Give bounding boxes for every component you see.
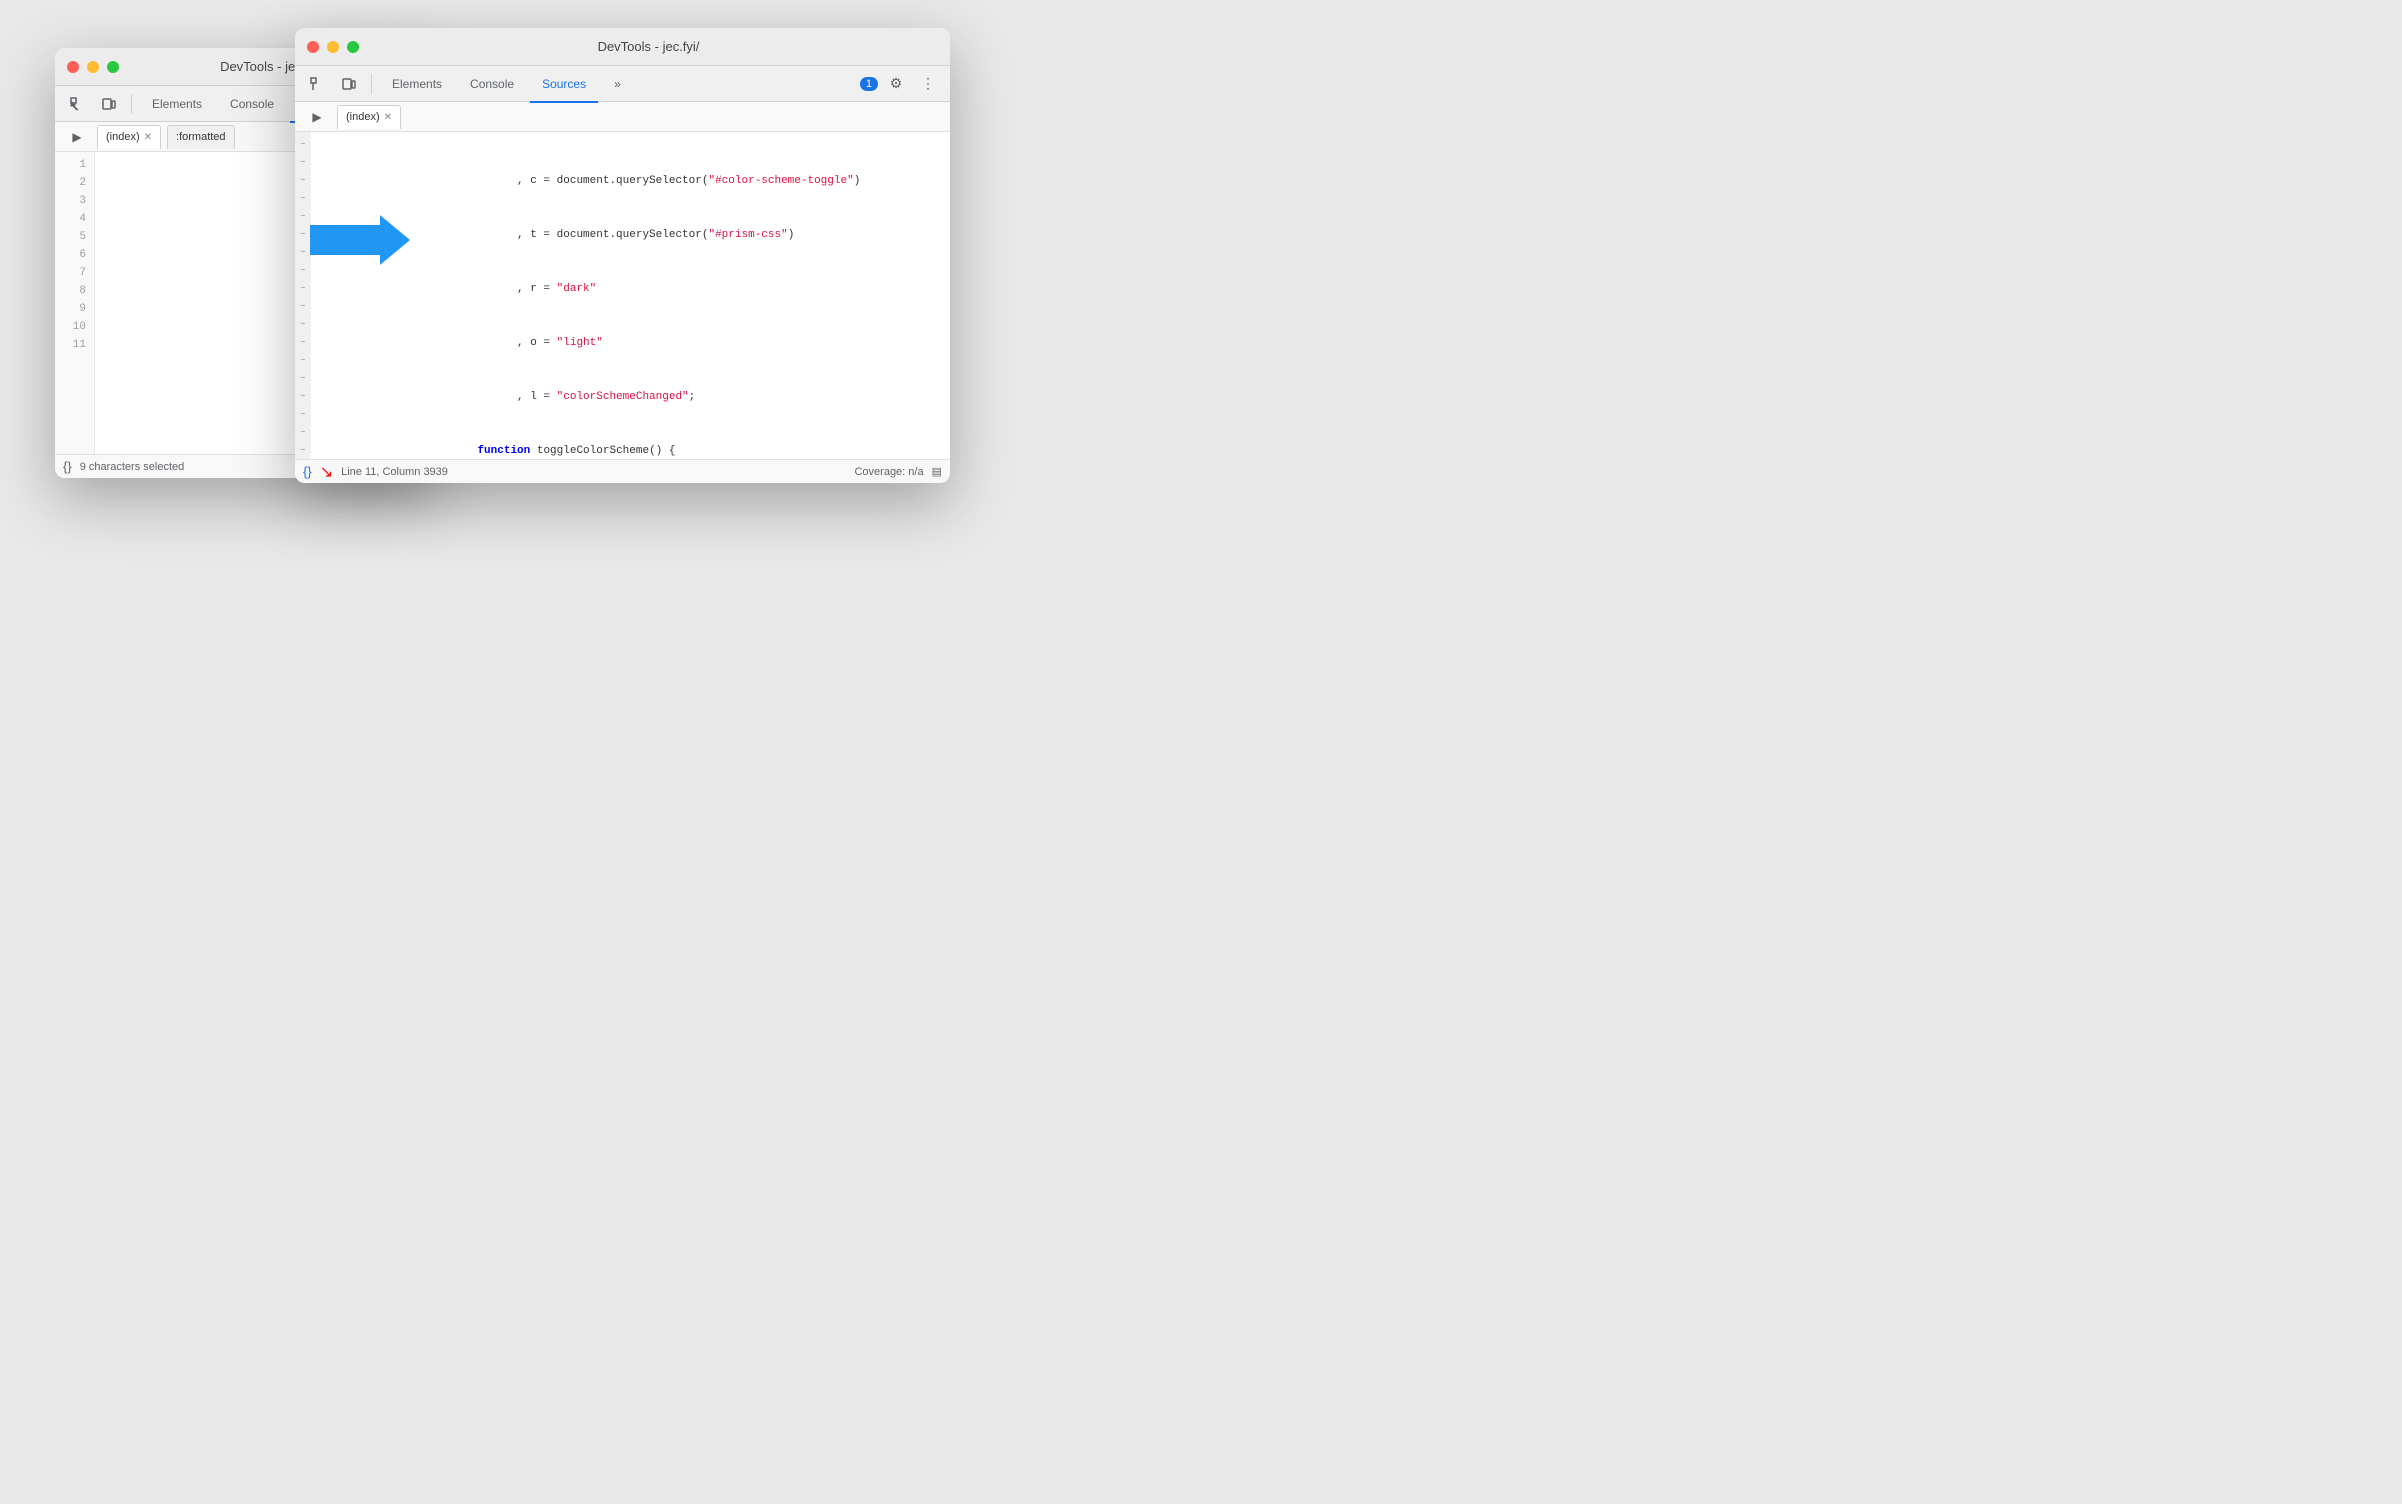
code-line: , r = "dark" [319,280,942,298]
code-line: , o = "light" [319,334,942,352]
bp-marker: – [297,316,309,334]
file-tab-label-formatted: :formatted [176,131,226,143]
line-num: 6 [63,246,86,264]
bp-marker: – [297,388,309,406]
line-num: 3 [63,192,86,210]
code-line: function toggleColorScheme() { [319,442,942,459]
close-button-1[interactable] [67,61,79,73]
play-icon-2[interactable]: ▶ [303,103,331,131]
file-tab-index-1[interactable]: (index) ✕ [97,125,161,149]
tab-elements-1[interactable]: Elements [140,87,214,123]
status-left-1: {} 9 characters selected [63,459,184,474]
close-button-2[interactable] [307,41,319,53]
line-num: 11 [63,336,86,354]
line-num: 4 [63,210,86,228]
file-tab-label-2: (index) [346,111,380,123]
bp-marker: – [297,226,309,244]
inspect-icon[interactable] [63,90,91,118]
more-icon[interactable]: ⋮ [914,70,942,98]
file-tab-formatted-1[interactable]: :formatted [167,125,235,149]
bp-marker: – [297,298,309,316]
status-position-2: Line 11, Column 3939 [341,466,448,478]
bp-marker: – [297,208,309,226]
settings-icon[interactable]: ⚙ [882,70,910,98]
line-numbers-1: 1 2 3 4 5 6 7 8 9 10 11 [55,152,95,454]
devtools-toolbar-2: Elements Console Sources » 1 ⚙ ⋮ [295,66,950,102]
line-num: 10 [63,318,86,336]
tab-elements-2[interactable]: Elements [380,67,454,103]
minimize-button-2[interactable] [327,41,339,53]
coverage-text-2: Coverage: n/a [854,466,923,478]
close-x-2[interactable]: ✕ [384,112,392,123]
file-tab-index-2[interactable]: (index) ✕ [337,105,401,129]
bp-marker: – [297,334,309,352]
code-line: , c = document.querySelector("#color-sch… [319,172,942,190]
play-icon[interactable]: ▶ [63,123,91,151]
sources-toolbar-2: ▶ (index) ✕ [295,102,950,132]
status-left-2: {} ↘ Line 11, Column 3939 [303,462,448,482]
minimize-button-1[interactable] [87,61,99,73]
tab-more-2[interactable]: » [602,67,633,103]
line-num: 9 [63,300,86,318]
bp-marker: – [297,442,309,459]
bp-marker: – [297,172,309,190]
blue-arrow [310,210,410,275]
toolbar-divider-1 [131,94,132,114]
toolbar-more-2: 1 ⚙ ⋮ [860,70,942,98]
bp-marker: – [297,406,309,424]
bp-marker: – [297,352,309,370]
maximize-button-2[interactable] [347,41,359,53]
maximize-button-1[interactable] [107,61,119,73]
bp-marker: – [297,244,309,262]
code-content-2[interactable]: , c = document.querySelector("#color-sch… [311,132,950,459]
window-controls-2 [307,41,359,53]
bp-marker: – [297,262,309,280]
line-num: 1 [63,156,86,174]
file-tab-label-1: (index) [106,131,140,143]
window-controls-1 [67,61,119,73]
badge-2: 1 [860,77,878,91]
device-icon-2[interactable] [335,70,363,98]
code-line: , t = document.querySelector("#prism-css… [319,226,942,244]
close-x-1[interactable]: ✕ [144,132,152,143]
status-right-2: Coverage: n/a ▤ [854,465,942,478]
code-area-2: – – – – – – – – – – – – – – – – – – – – … [295,132,950,459]
red-arrow-inline: ↘ [320,462,333,482]
bp-marker: – [297,154,309,172]
format-icon[interactable]: {} [63,459,72,474]
breakpoint-column: – – – – – – – – – – – – – – – – – – – – … [295,132,311,459]
format-icon-2[interactable]: {} [303,464,312,479]
bp-marker: – [297,280,309,298]
status-bar-2: {} ↘ Line 11, Column 3939 Coverage: n/a … [295,459,950,483]
titlebar-2: DevTools - jec.fyi/ [295,28,950,66]
line-num: 2 [63,174,86,192]
line-num: 5 [63,228,86,246]
bp-marker: – [297,136,309,154]
tab-console-2[interactable]: Console [458,67,526,103]
line-num: 7 [63,264,86,282]
tab-sources-2[interactable]: Sources [530,67,598,103]
bp-marker: – [297,190,309,208]
bp-marker: – [297,370,309,388]
inspect-icon-2[interactable] [303,70,331,98]
tab-console-1[interactable]: Console [218,87,286,123]
toolbar-divider-2 [371,74,372,94]
code-line: , l = "colorSchemeChanged"; [319,388,942,406]
status-text-1: 9 characters selected [80,461,185,473]
scroll-icon-2[interactable]: ▤ [932,465,942,478]
window-title-2: DevTools - jec.fyi/ [359,39,938,54]
line-num: 8 [63,282,86,300]
device-icon[interactable] [95,90,123,118]
bp-marker: – [297,424,309,442]
